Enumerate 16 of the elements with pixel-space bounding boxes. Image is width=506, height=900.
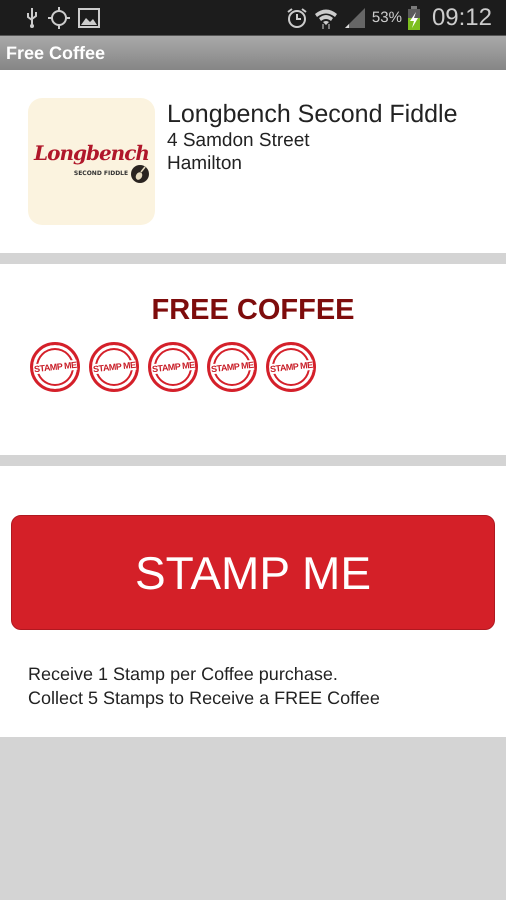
logo-wordmark: Longbench [34,140,149,164]
info-text: Receive 1 Stamp per Coffee purchase. [28,663,339,686]
clock: 09:12 [432,4,492,32]
venue-name: Longbench Second Fiddle [167,100,458,129]
battery-percent: 53% [372,9,402,26]
stamp-label: STAMP ME [269,360,313,374]
stamp-label: STAMP ME [33,360,77,374]
stamp-label: STAMP ME [92,360,136,374]
stamp-me-button[interactable]: STAMP ME [11,515,495,630]
app-title: Free Coffee [6,42,106,64]
stamp-label: STAMP ME [151,360,195,374]
card-title: FREE COFFEE [151,294,354,327]
address-line: 4 Samdon Street [167,129,311,152]
info-text: Collect 5 Stamps to Receive a FREE Coffee [28,687,381,710]
address-line: Hamilton [167,152,243,175]
stamp-label: STAMP ME [210,360,254,374]
